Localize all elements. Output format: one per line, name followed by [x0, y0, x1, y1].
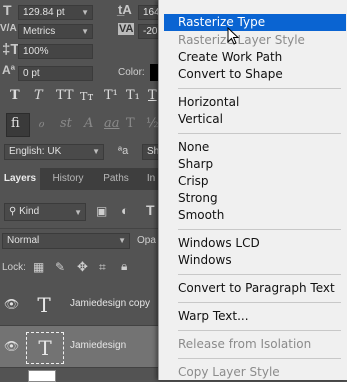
chevron-down-icon[interactable]: ▼	[81, 6, 89, 19]
type-layer-thumbnail: T	[37, 293, 51, 317]
menu-separator	[178, 133, 341, 134]
layer-filter-select[interactable]: ⚲ Kind ▼	[4, 203, 86, 221]
menu-item-copy-layer-style[interactable]: Copy Layer Style	[164, 364, 346, 381]
lock-transparent-pixels-icon[interactable]: ▦	[33, 260, 44, 274]
baseline-shift-icon: Aª	[2, 63, 16, 77]
baseline-shift-field[interactable]: 0 pt	[18, 66, 93, 81]
lock-all-icon[interactable]: 🔒︎	[121, 259, 127, 274]
adjustment-filter-icon[interactable]: ◐	[121, 203, 129, 218]
faux-bold-button[interactable]: T	[10, 88, 20, 103]
kerning-value: Metrics	[23, 26, 56, 37]
underline-button[interactable]: T	[148, 88, 157, 103]
divider	[0, 228, 160, 229]
subscript-button[interactable]: T₁	[126, 88, 140, 103]
chevron-down-icon[interactable]: ▼	[92, 145, 100, 158]
font-size-field[interactable]: 129.84 pt ▼	[18, 5, 93, 20]
menu-item-antialias-strong[interactable]: Strong	[164, 190, 346, 207]
small-caps-button[interactable]: Tт	[80, 90, 93, 103]
tab-paths[interactable]: Paths	[94, 168, 138, 190]
vertical-scale-icon: ‡T	[2, 41, 20, 58]
menu-item-antialias-crisp[interactable]: Crisp	[164, 173, 346, 190]
discretionary-ligatures-button[interactable]: ℴ	[38, 116, 44, 131]
menu-item-vertical[interactable]: Vertical	[164, 111, 346, 128]
vertical-scale-field[interactable]: 100%	[18, 44, 93, 59]
lock-image-pixels-icon[interactable]: ✎	[55, 260, 65, 274]
menu-item-convert-to-paragraph-text[interactable]: Convert to Paragraph Text	[164, 280, 346, 297]
menu-item-windows-lcd[interactable]: Windows LCD	[164, 235, 346, 252]
leading-field[interactable]: 164	[138, 5, 160, 20]
blend-mode-select[interactable]: Normal ▼	[2, 233, 130, 249]
blend-mode-value: Normal	[7, 235, 40, 246]
kerning-select[interactable]: Metrics ▼	[18, 24, 93, 39]
mouse-pointer-icon	[227, 27, 239, 45]
opacity-label: Opa	[137, 235, 156, 246]
baseline-shift-value: 0 pt	[23, 68, 40, 79]
tracking-field[interactable]: -20	[138, 24, 160, 39]
type-filter-icon[interactable]: T	[146, 202, 155, 218]
kerning-icon: V/A	[0, 23, 17, 34]
menu-separator	[178, 358, 341, 359]
menu-item-release-from-isolation[interactable]: Release from Isolation	[164, 336, 346, 353]
menu-item-rasterize-type[interactable]: Rasterize Type	[164, 14, 346, 31]
tab-history[interactable]: History	[44, 168, 92, 190]
faux-italic-button[interactable]: T	[34, 88, 43, 103]
fractions-button[interactable]: ½	[146, 116, 159, 131]
leading-icon: t̲A	[118, 2, 132, 17]
language-select[interactable]: English: UK ▼	[4, 144, 104, 160]
menu-separator	[178, 229, 341, 230]
titling-alternates-button[interactable]: aa	[104, 116, 120, 131]
vertical-scale-value: 100%	[23, 46, 49, 57]
layer-row-selected[interactable]: 👁︎ T Jamiedesign	[0, 326, 160, 368]
type-layer-thumbnail: T	[26, 332, 64, 364]
character-panel: T 129.84 pt ▼ t̲A 164 V/A Metrics ▼ VA -20…	[0, 0, 160, 168]
menu-separator	[178, 88, 341, 89]
layers-panel: ⚲ Kind ▼ ▣ ◐ T Normal ▼ Opa Lock: ▦ ✎ ✥ ⌗ …	[0, 190, 160, 382]
filter-kind-value: Kind	[19, 206, 40, 217]
lock-label: Lock:	[2, 262, 26, 273]
chevron-down-icon[interactable]: ▼	[81, 25, 89, 38]
menu-item-antialias-sharp[interactable]: Sharp	[164, 156, 346, 173]
menu-item-antialias-none[interactable]: None	[164, 139, 346, 156]
antialias-icon: ªa	[118, 145, 129, 157]
tracking-icon: VA	[118, 23, 135, 35]
menu-separator	[178, 302, 341, 303]
menu-item-warp-text[interactable]: Warp Text...	[164, 308, 346, 325]
menu-item-antialias-smooth[interactable]: Smooth	[164, 207, 346, 224]
language-value: English: UK	[9, 146, 62, 157]
swash-button[interactable]: A	[84, 116, 93, 131]
menu-item-convert-to-shape[interactable]: Convert to Shape	[164, 66, 346, 83]
layer-row[interactable]: 👁︎ T Jamiedesign copy	[0, 284, 160, 326]
menu-separator	[178, 330, 341, 331]
tab-layers[interactable]: Layers	[0, 168, 40, 190]
font-size-value: 129.84 pt	[23, 7, 65, 18]
lock-position-icon[interactable]: ✥	[77, 259, 88, 275]
image-filter-icon[interactable]: ▣	[96, 204, 107, 218]
stylistic-alternates-button[interactable]: st	[60, 116, 72, 131]
color-label: Color:	[118, 67, 145, 78]
all-caps-button[interactable]: TT	[56, 88, 74, 103]
lock-artboard-icon[interactable]: ⌗	[99, 260, 106, 275]
search-icon: ⚲	[9, 206, 17, 217]
layers-panel-tabs: Layers History Paths In	[0, 168, 160, 190]
tracking-value: -20	[143, 26, 158, 37]
superscript-button[interactable]: T¹	[104, 88, 118, 103]
chevron-down-icon[interactable]: ▼	[74, 205, 82, 220]
eye-icon[interactable]: 👁︎	[4, 297, 19, 311]
chevron-down-icon[interactable]: ▼	[118, 234, 126, 247]
ordinals-button[interactable]: T	[126, 116, 135, 131]
layer-name[interactable]: Jamiedesign copy	[70, 298, 150, 309]
menu-item-horizontal[interactable]: Horizontal	[164, 94, 346, 111]
font-size-icon: T	[3, 2, 12, 18]
eye-icon[interactable]: 👁︎	[4, 339, 19, 353]
context-menu: Rasterize Type Rasterize Layer Style Cre…	[158, 0, 347, 380]
layer-thumbnail	[28, 370, 56, 382]
menu-item-create-work-path[interactable]: Create Work Path	[164, 49, 346, 66]
layer-name[interactable]: Jamiedesign	[70, 340, 126, 351]
ligatures-button[interactable]: fi	[11, 116, 20, 131]
menu-separator	[178, 274, 341, 275]
menu-item-rasterize-layer-style[interactable]: Rasterize Layer Style	[164, 32, 346, 49]
menu-item-windows[interactable]: Windows	[164, 252, 346, 269]
